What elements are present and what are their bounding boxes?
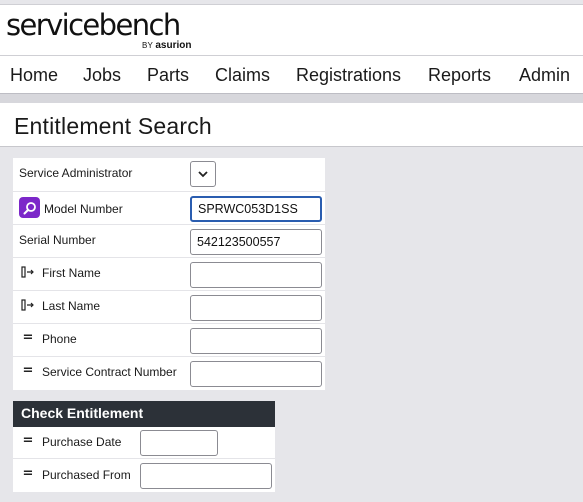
main-nav: Home Jobs Parts Claims Registrations Rep… (0, 56, 583, 94)
service-contract-number-input[interactable] (190, 361, 322, 387)
model-number-input[interactable] (190, 196, 322, 222)
equals-icon: = (22, 330, 34, 345)
check-entitlement-header: Check Entitlement (13, 401, 275, 427)
model-number-label: Model Number (44, 202, 123, 216)
purchase-date-input[interactable] (140, 430, 218, 456)
service-contract-number-label: Service Contract Number (42, 365, 177, 379)
row-purchased-from: = Purchased From (13, 459, 275, 492)
nav-parts[interactable]: Parts (147, 65, 189, 86)
nav-registrations[interactable]: Registrations (296, 65, 401, 86)
purchased-from-input[interactable] (140, 463, 272, 489)
first-name-label: First Name (42, 266, 101, 280)
nav-jobs[interactable]: Jobs (83, 65, 121, 86)
nav-reports[interactable]: Reports (428, 65, 491, 86)
field-link-icon (21, 265, 35, 279)
check-entitlement-panel: Check Entitlement = Purchase Date = Purc… (13, 401, 275, 492)
divider-strip (0, 94, 583, 103)
row-last-name: Last Name (13, 291, 325, 324)
field-link-icon (21, 298, 35, 312)
row-purchase-date: = Purchase Date (13, 427, 275, 459)
row-first-name: First Name (13, 258, 325, 291)
servicebench-logo[interactable]: servicebench (6, 9, 181, 41)
row-phone: = Phone (13, 324, 325, 357)
equals-icon: = (22, 363, 34, 378)
nav-admin[interactable]: Admin (519, 65, 570, 86)
serial-number-input[interactable] (190, 229, 322, 255)
row-service-administrator: Service Administrator (13, 158, 325, 192)
equals-icon: = (22, 466, 34, 481)
service-administrator-label: Service Administrator (19, 166, 133, 180)
nav-claims[interactable]: Claims (215, 65, 270, 86)
service-administrator-select[interactable] (190, 161, 216, 187)
phone-label: Phone (42, 332, 77, 346)
logo-by: BY (142, 41, 153, 50)
first-name-input[interactable] (190, 262, 322, 288)
row-model-number: Model Number (13, 192, 325, 225)
serial-number-label: Serial Number (19, 233, 96, 247)
logo-byline: BY asurion (142, 40, 192, 51)
search-icon[interactable] (19, 197, 40, 218)
row-service-contract-number: = Service Contract Number (13, 357, 325, 390)
phone-input[interactable] (190, 328, 322, 354)
logo-asurion: asurion (155, 40, 192, 51)
last-name-label: Last Name (42, 299, 101, 313)
entitlement-search-form: Service Administrator Model Number Seria… (13, 158, 325, 390)
brand-header: servicebench BY asurion (0, 4, 583, 56)
nav-home[interactable]: Home (10, 65, 58, 86)
title-bar: Entitlement Search (0, 103, 583, 147)
chevron-down-icon (198, 170, 208, 177)
page-title: Entitlement Search (14, 113, 212, 139)
row-serial-number: Serial Number (13, 225, 325, 258)
equals-icon: = (22, 433, 34, 448)
purchased-from-label: Purchased From (42, 468, 131, 482)
check-entitlement-title: Check Entitlement (21, 405, 144, 421)
last-name-input[interactable] (190, 295, 322, 321)
purchase-date-label: Purchase Date (42, 435, 122, 449)
